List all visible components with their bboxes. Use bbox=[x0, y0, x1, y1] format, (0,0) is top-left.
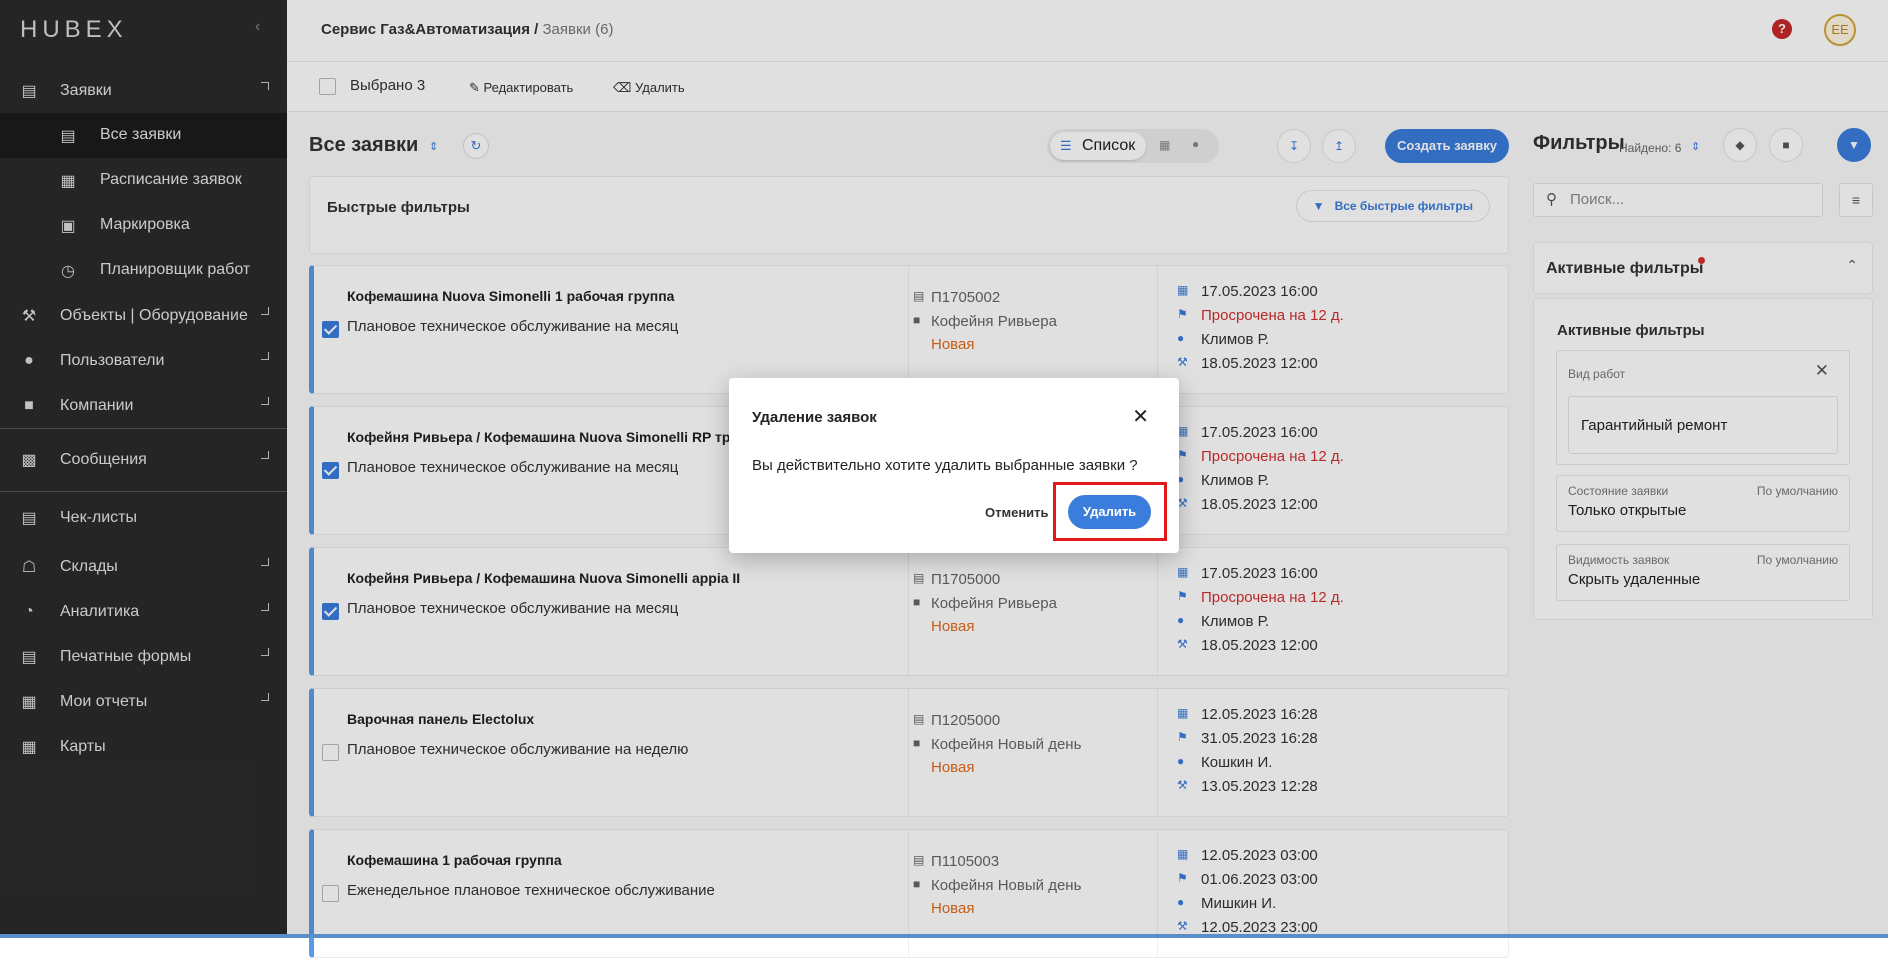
confirm-delete-button[interactable]: Удалить bbox=[1068, 495, 1151, 529]
dialog-question: Вы действительно хотите удалить выбранны… bbox=[752, 457, 1138, 474]
cancel-button[interactable]: Отменить bbox=[985, 505, 1049, 520]
dialog-title: Удаление заявок bbox=[752, 409, 877, 426]
bottom-bar bbox=[0, 934, 1888, 938]
close-icon[interactable]: ✕ bbox=[1132, 404, 1149, 429]
delete-dialog: Удаление заявок ✕ Вы действительно хотит… bbox=[729, 378, 1179, 553]
